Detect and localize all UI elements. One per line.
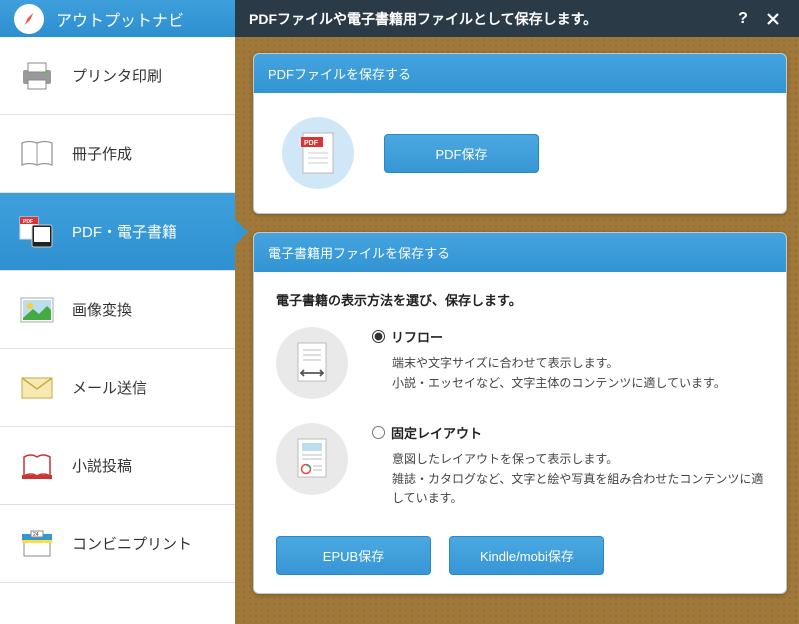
store-icon: 24 [18,525,56,563]
sidebar-item-booklet[interactable]: 冊子作成 [0,115,235,193]
mail-icon [18,369,56,407]
fixed-desc: 意図したレイアウトを保って表示します。 雑誌・カタログなど、文字と絵や写真を組み… [372,450,764,508]
ebook-panel-title: 電子書籍用ファイルを保存する [254,233,786,272]
header: アウトプットナビ PDFファイルや電子書籍用ファイルとして保存します。 ? [0,0,799,37]
novel-icon [18,447,56,485]
close-button[interactable] [761,7,785,31]
fixed-radio[interactable] [372,426,385,439]
ebook-buttons: EPUB保存 Kindle/mobi保存 [276,532,764,575]
pdf-panel: PDFファイルを保存する PDF PDF保存 [253,53,787,214]
pdf-file-icon: PDF [282,117,354,189]
fixed-label-text: 固定レイアウト [391,423,482,442]
reflow-label-text: リフロー [391,327,443,346]
epub-save-button[interactable]: EPUB保存 [276,536,431,575]
app-title: アウトプットナビ [56,7,184,31]
sidebar-item-image[interactable]: 画像変換 [0,271,235,349]
sidebar-item-label: 冊子作成 [72,143,132,164]
reflow-radio-label[interactable]: リフロー [372,327,764,346]
sidebar: プリンタ印刷 冊子作成 PDF PDF・電子書籍 画像変換 [0,37,235,624]
sidebar-item-label: プリンタ印刷 [72,65,162,86]
kindle-save-button[interactable]: Kindle/mobi保存 [449,536,604,575]
reflow-radio[interactable] [372,330,385,343]
sidebar-item-convenience[interactable]: 24 コンビニプリント [0,505,235,583]
sidebar-item-mail[interactable]: メール送信 [0,349,235,427]
reflow-icon [276,327,348,399]
header-right: PDFファイルや電子書籍用ファイルとして保存します。 ? [235,7,799,31]
sidebar-item-label: 小説投稿 [72,455,132,476]
body: プリンタ印刷 冊子作成 PDF PDF・電子書籍 画像変換 [0,37,799,624]
reflow-desc: 端末や文字サイズに合わせて表示します。 小説・エッセイなど、文字主体のコンテンツ… [372,354,764,392]
svg-text:PDF: PDF [304,140,319,147]
page-title: PDFファイルや電子書籍用ファイルとして保存します。 [249,9,725,29]
fixed-layout-icon [276,423,348,495]
pdf-panel-title: PDFファイルを保存する [254,54,786,93]
sidebar-item-label: 画像変換 [72,299,132,320]
option-fixed-row: 固定レイアウト 意図したレイアウトを保って表示します。 雑誌・カタログなど、文字… [276,423,764,508]
printer-icon [18,57,56,95]
option-reflow-row: リフロー 端末や文字サイズに合わせて表示します。 小説・エッセイなど、文字主体の… [276,327,764,399]
help-button[interactable]: ? [731,7,755,31]
sidebar-item-novel[interactable]: 小説投稿 [0,427,235,505]
sidebar-item-label: コンビニプリント [72,533,192,554]
svg-text:24: 24 [33,532,39,538]
compass-icon [14,4,44,34]
pdf-save-button[interactable]: PDF保存 [384,134,539,173]
svg-text:PDF: PDF [23,219,33,225]
image-icon [18,291,56,329]
sidebar-item-pdf-ebook[interactable]: PDF PDF・電子書籍 [0,193,235,271]
sidebar-item-label: メール送信 [72,377,147,398]
output-navi-window: アウトプットナビ PDFファイルや電子書籍用ファイルとして保存します。 ? プリ… [0,0,799,624]
sidebar-item-label: PDF・電子書籍 [72,221,177,242]
book-icon [18,135,56,173]
ebook-panel: 電子書籍用ファイルを保存する 電子書籍の表示方法を選び、保存します。 リフロー [253,232,787,594]
pdf-row: PDF PDF保存 [276,111,764,195]
pdf-ebook-icon: PDF [18,213,56,251]
header-brand: アウトプットナビ [0,0,235,37]
ebook-subtitle: 電子書籍の表示方法を選び、保存します。 [276,290,764,309]
sidebar-item-print[interactable]: プリンタ印刷 [0,37,235,115]
fixed-radio-label[interactable]: 固定レイアウト [372,423,764,442]
main-area: PDFファイルを保存する PDF PDF保存 電子書籍用ファイルを保存する 電子… [235,37,799,624]
